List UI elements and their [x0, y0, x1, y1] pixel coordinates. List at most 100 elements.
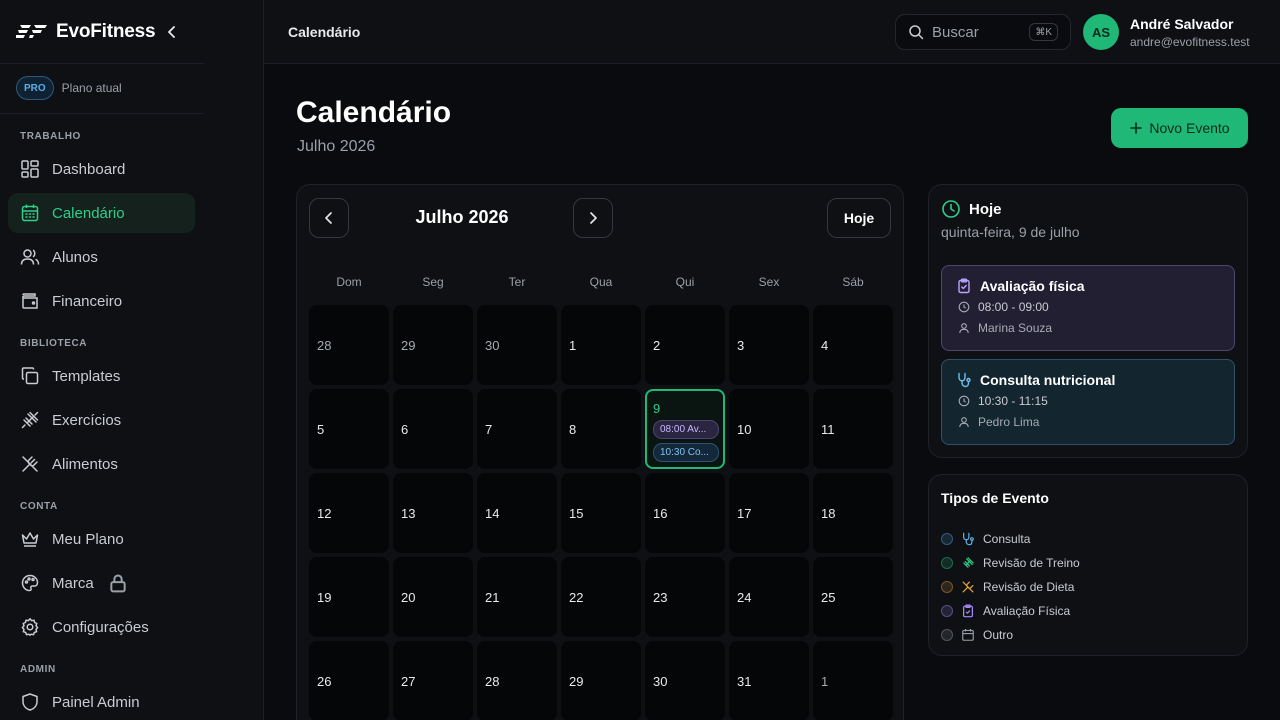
calendar-day[interactable]: 18: [813, 473, 893, 553]
calendar-day[interactable]: 31: [729, 641, 809, 720]
search-box[interactable]: ⌘K: [895, 14, 1071, 50]
brand[interactable]: EvoFitness: [16, 18, 156, 46]
calendar-day[interactable]: 28: [477, 641, 557, 720]
calendar-day[interactable]: 25: [813, 557, 893, 637]
day-number: 14: [485, 505, 500, 521]
chevron-right-icon: [590, 212, 597, 224]
sidebar-item-label: Alunos: [52, 248, 98, 266]
calendar-day[interactable]: 30: [477, 305, 557, 385]
sidebar-item-configuracoes[interactable]: Configurações: [8, 607, 195, 647]
plan-indicator[interactable]: PRO Plano atual: [16, 76, 122, 100]
weekday-label: Dom: [336, 275, 362, 289]
evofitness-logo-icon: [16, 18, 48, 46]
calendar-day[interactable]: 27: [393, 641, 473, 720]
event-type-label: Revisão de Dieta: [983, 580, 1075, 594]
calendar-day[interactable]: 21: [477, 557, 557, 637]
calendar-day[interactable]: 23: [645, 557, 725, 637]
sidebar-item-exercicios[interactable]: Exercícios: [8, 400, 195, 440]
today-button[interactable]: Hoje: [827, 198, 891, 238]
event-type-item[interactable]: Avaliação Física: [941, 604, 1070, 618]
event-chip[interactable]: 08:00 Av...: [653, 420, 719, 439]
event-type-item[interactable]: Revisão de Treino: [941, 556, 1080, 570]
brand-name: EvoFitness: [56, 21, 156, 42]
sidebar-item-financeiro[interactable]: Financeiro: [8, 281, 195, 321]
clipboard-icon: [961, 604, 975, 618]
calendar-day[interactable]: 17: [729, 473, 809, 553]
user-name[interactable]: André Salvador: [1130, 16, 1233, 32]
sidebar-item-templates[interactable]: Templates: [8, 356, 195, 396]
calendar-icon: [21, 204, 39, 222]
calendar-day[interactable]: 1: [813, 641, 893, 720]
shortcut-hint: ⌘K: [1029, 23, 1058, 41]
day-number: 13: [401, 505, 416, 521]
calendar-day[interactable]: 22: [561, 557, 641, 637]
section-title-trabalho: TRABALHO: [20, 131, 81, 142]
calendar-day[interactable]: 13: [393, 473, 473, 553]
utensils-icon: [961, 580, 975, 594]
calendar-day[interactable]: 10: [729, 389, 809, 469]
search-input[interactable]: [932, 23, 1022, 41]
calendar-day[interactable]: 3: [729, 305, 809, 385]
event-title: Avaliação física: [980, 278, 1085, 294]
calendar-day[interactable]: 30: [645, 641, 725, 720]
sidebar-item-dashboard[interactable]: Dashboard: [8, 149, 195, 189]
calendar-day[interactable]: 8: [561, 389, 641, 469]
dumbbell-icon: [21, 411, 39, 429]
calendar-day[interactable]: 1: [561, 305, 641, 385]
day-number: 9: [653, 401, 661, 416]
sidebar-item-alimentos[interactable]: Alimentos: [8, 444, 195, 484]
sidebar-item-painel-admin[interactable]: Painel Admin: [8, 682, 195, 720]
sidebar-item-label: Alimentos: [52, 455, 118, 473]
sidebar-item-label: Dashboard: [52, 160, 126, 178]
event-card[interactable]: Avaliação física 08:00 - 09:00 Marina So…: [941, 265, 1235, 351]
day-number: 23: [653, 589, 668, 605]
weekday-label: Seg: [422, 275, 444, 289]
sidebar-item-marca[interactable]: Marca: [8, 563, 195, 603]
next-month-button[interactable]: [573, 198, 613, 238]
event-chip[interactable]: 10:30 Co...: [653, 443, 719, 462]
calendar-day[interactable]: 5: [309, 389, 389, 469]
event-title: Consulta nutricional: [980, 372, 1116, 388]
calendar-day[interactable]: 2: [645, 305, 725, 385]
calendar-day-today[interactable]: 9 08:00 Av... 10:30 Co...: [645, 389, 725, 469]
sidebar-item-meu-plano[interactable]: Meu Plano: [8, 519, 195, 559]
calendar-day[interactable]: 15: [561, 473, 641, 553]
calendar-day[interactable]: 12: [309, 473, 389, 553]
calendar-day[interactable]: 7: [477, 389, 557, 469]
event-types-panel: Tipos de Evento Consulta Revisão de Trein…: [928, 474, 1248, 656]
breadcrumb[interactable]: Calendário: [288, 24, 360, 40]
day-number: 20: [401, 589, 416, 605]
chevron-left-icon: [325, 212, 332, 224]
day-number: 5: [317, 421, 325, 437]
avatar[interactable]: AS: [1083, 14, 1119, 50]
calendar-day[interactable]: 20: [393, 557, 473, 637]
sidebar-item-calendario[interactable]: Calendário: [8, 193, 195, 233]
weekday-label: Sáb: [842, 275, 864, 289]
calendar-day[interactable]: 16: [645, 473, 725, 553]
event-type-item[interactable]: Revisão de Dieta: [941, 580, 1074, 594]
calendar-day[interactable]: 28: [309, 305, 389, 385]
collapse-sidebar-button[interactable]: [164, 22, 180, 42]
calendar-day[interactable]: 24: [729, 557, 809, 637]
clock-icon: [942, 200, 960, 218]
calendar-day[interactable]: 19: [309, 557, 389, 637]
calendar-day[interactable]: 4: [813, 305, 893, 385]
divider: [0, 63, 204, 64]
calendar-day[interactable]: 26: [309, 641, 389, 720]
sidebar-item-alunos[interactable]: Alunos: [8, 237, 195, 277]
calendar-day[interactable]: 6: [393, 389, 473, 469]
event-type-item[interactable]: Outro: [941, 628, 1013, 642]
day-number: 8: [569, 421, 577, 437]
plan-label: Plano atual: [61, 81, 122, 95]
calendar: Julho 2026 Hoje Dom Seg Ter Qua Qui Sex Sáb 28…: [296, 184, 904, 720]
calendar-day[interactable]: 14: [477, 473, 557, 553]
calendar-day[interactable]: 29: [561, 641, 641, 720]
day-number: 30: [485, 337, 500, 353]
new-event-button[interactable]: Novo Evento: [1111, 108, 1248, 148]
calendar-day[interactable]: 11: [813, 389, 893, 469]
event-card[interactable]: Consulta nutricional 10:30 - 11:15 Pedro…: [941, 359, 1235, 445]
event-type-item[interactable]: Consulta: [941, 532, 1030, 546]
sidebar-item-label: Exercícios: [52, 411, 122, 429]
prev-month-button[interactable]: [309, 198, 349, 238]
calendar-day[interactable]: 29: [393, 305, 473, 385]
